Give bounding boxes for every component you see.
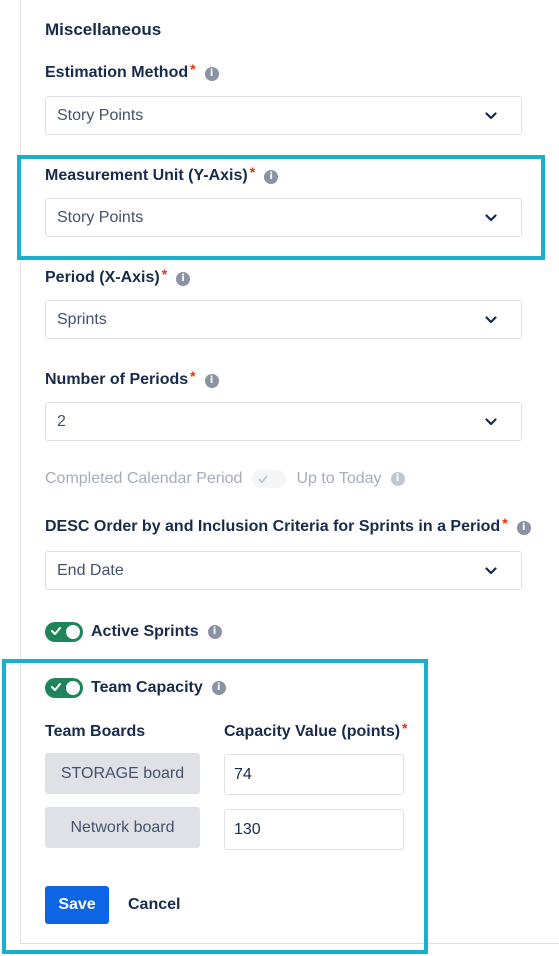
period-label: Period (X-Axis) * i — [45, 266, 191, 287]
info-icon[interactable]: i — [204, 67, 219, 81]
estimation-method-value: Story Points — [57, 106, 144, 124]
chevron-down-icon — [485, 111, 497, 119]
required-mark: * — [402, 720, 408, 736]
estimation-method-label: Estimation Method * i — [45, 61, 219, 82]
board-storage[interactable]: STORAGE board — [45, 753, 200, 794]
check-icon — [258, 475, 269, 483]
cancel-button[interactable]: Cancel — [118, 886, 190, 924]
active-sprints-label: Active Sprints — [91, 623, 199, 640]
save-button[interactable]: Save — [45, 886, 109, 924]
team-capacity-label: Team Capacity — [91, 679, 203, 696]
measurement-unit-select[interactable]: Story Points — [45, 198, 522, 237]
period-value: Sprints — [57, 310, 107, 328]
completed-period-row: Completed Calendar Period Up to Today i — [45, 470, 405, 488]
info-icon[interactable]: i — [516, 521, 531, 535]
section-title: Miscellaneous — [45, 20, 162, 39]
desc-order-label-text: DESC Order by and Inclusion Criteria for… — [45, 518, 501, 535]
capacity-value-header: Capacity Value (points) * — [224, 720, 408, 741]
desc-order-label: DESC Order by and Inclusion Criteria for… — [45, 515, 531, 536]
required-mark: * — [190, 368, 196, 384]
number-of-periods-label-text: Number of Periods — [45, 371, 189, 388]
capacity-value-header-text: Capacity Value (points) — [224, 723, 401, 740]
measurement-unit-label: Measurement Unit (Y-Axis) * i — [45, 164, 279, 185]
active-sprints-toggle[interactable] — [45, 622, 83, 642]
chevron-down-icon — [485, 566, 497, 574]
period-label-text: Period (X-Axis) — [45, 269, 160, 286]
estimation-method-label-text: Estimation Method — [45, 64, 189, 81]
period-select[interactable]: Sprints — [45, 300, 522, 339]
chevron-down-icon — [485, 315, 497, 323]
capacity-input-network[interactable] — [224, 809, 404, 850]
required-mark: * — [502, 515, 508, 531]
number-of-periods-value: 2 — [57, 412, 66, 430]
team-boards-header: Team Boards — [45, 723, 145, 741]
info-icon[interactable]: i — [207, 625, 222, 639]
up-to-today-label: Up to Today — [296, 470, 382, 487]
estimation-method-select[interactable]: Story Points — [45, 96, 522, 135]
info-icon[interactable]: i — [176, 272, 191, 286]
check-icon — [51, 683, 61, 691]
required-mark: * — [190, 61, 196, 77]
completed-period-toggle[interactable] — [252, 470, 287, 488]
team-boards-header-text: Team Boards — [45, 723, 146, 740]
active-sprints-row: Active Sprints i — [45, 622, 222, 642]
team-capacity-toggle[interactable] — [45, 678, 83, 698]
info-icon[interactable]: i — [211, 681, 226, 695]
info-icon[interactable]: i — [204, 374, 219, 388]
number-of-periods-select[interactable]: 2 — [45, 402, 522, 441]
desc-order-value: End Date — [57, 561, 124, 579]
board-network[interactable]: Network board — [45, 807, 200, 848]
toggle-knob — [66, 681, 80, 695]
team-capacity-row: Team Capacity i — [45, 678, 226, 698]
info-icon[interactable]: i — [390, 472, 405, 486]
required-mark: * — [249, 164, 256, 180]
chevron-down-icon — [485, 213, 497, 221]
toggle-knob — [66, 625, 80, 639]
completed-period-label: Completed Calendar Period — [45, 470, 243, 487]
measurement-unit-value: Story Points — [57, 208, 144, 226]
number-of-periods-label: Number of Periods * i — [45, 368, 219, 389]
desc-order-select[interactable]: End Date — [45, 551, 522, 590]
check-icon — [51, 627, 61, 635]
capacity-input-storage[interactable] — [224, 754, 404, 795]
required-mark: * — [161, 266, 168, 282]
chevron-down-icon — [485, 417, 497, 425]
info-icon[interactable]: i — [264, 170, 279, 184]
measurement-unit-label-text: Measurement Unit (Y-Axis) — [45, 167, 248, 184]
